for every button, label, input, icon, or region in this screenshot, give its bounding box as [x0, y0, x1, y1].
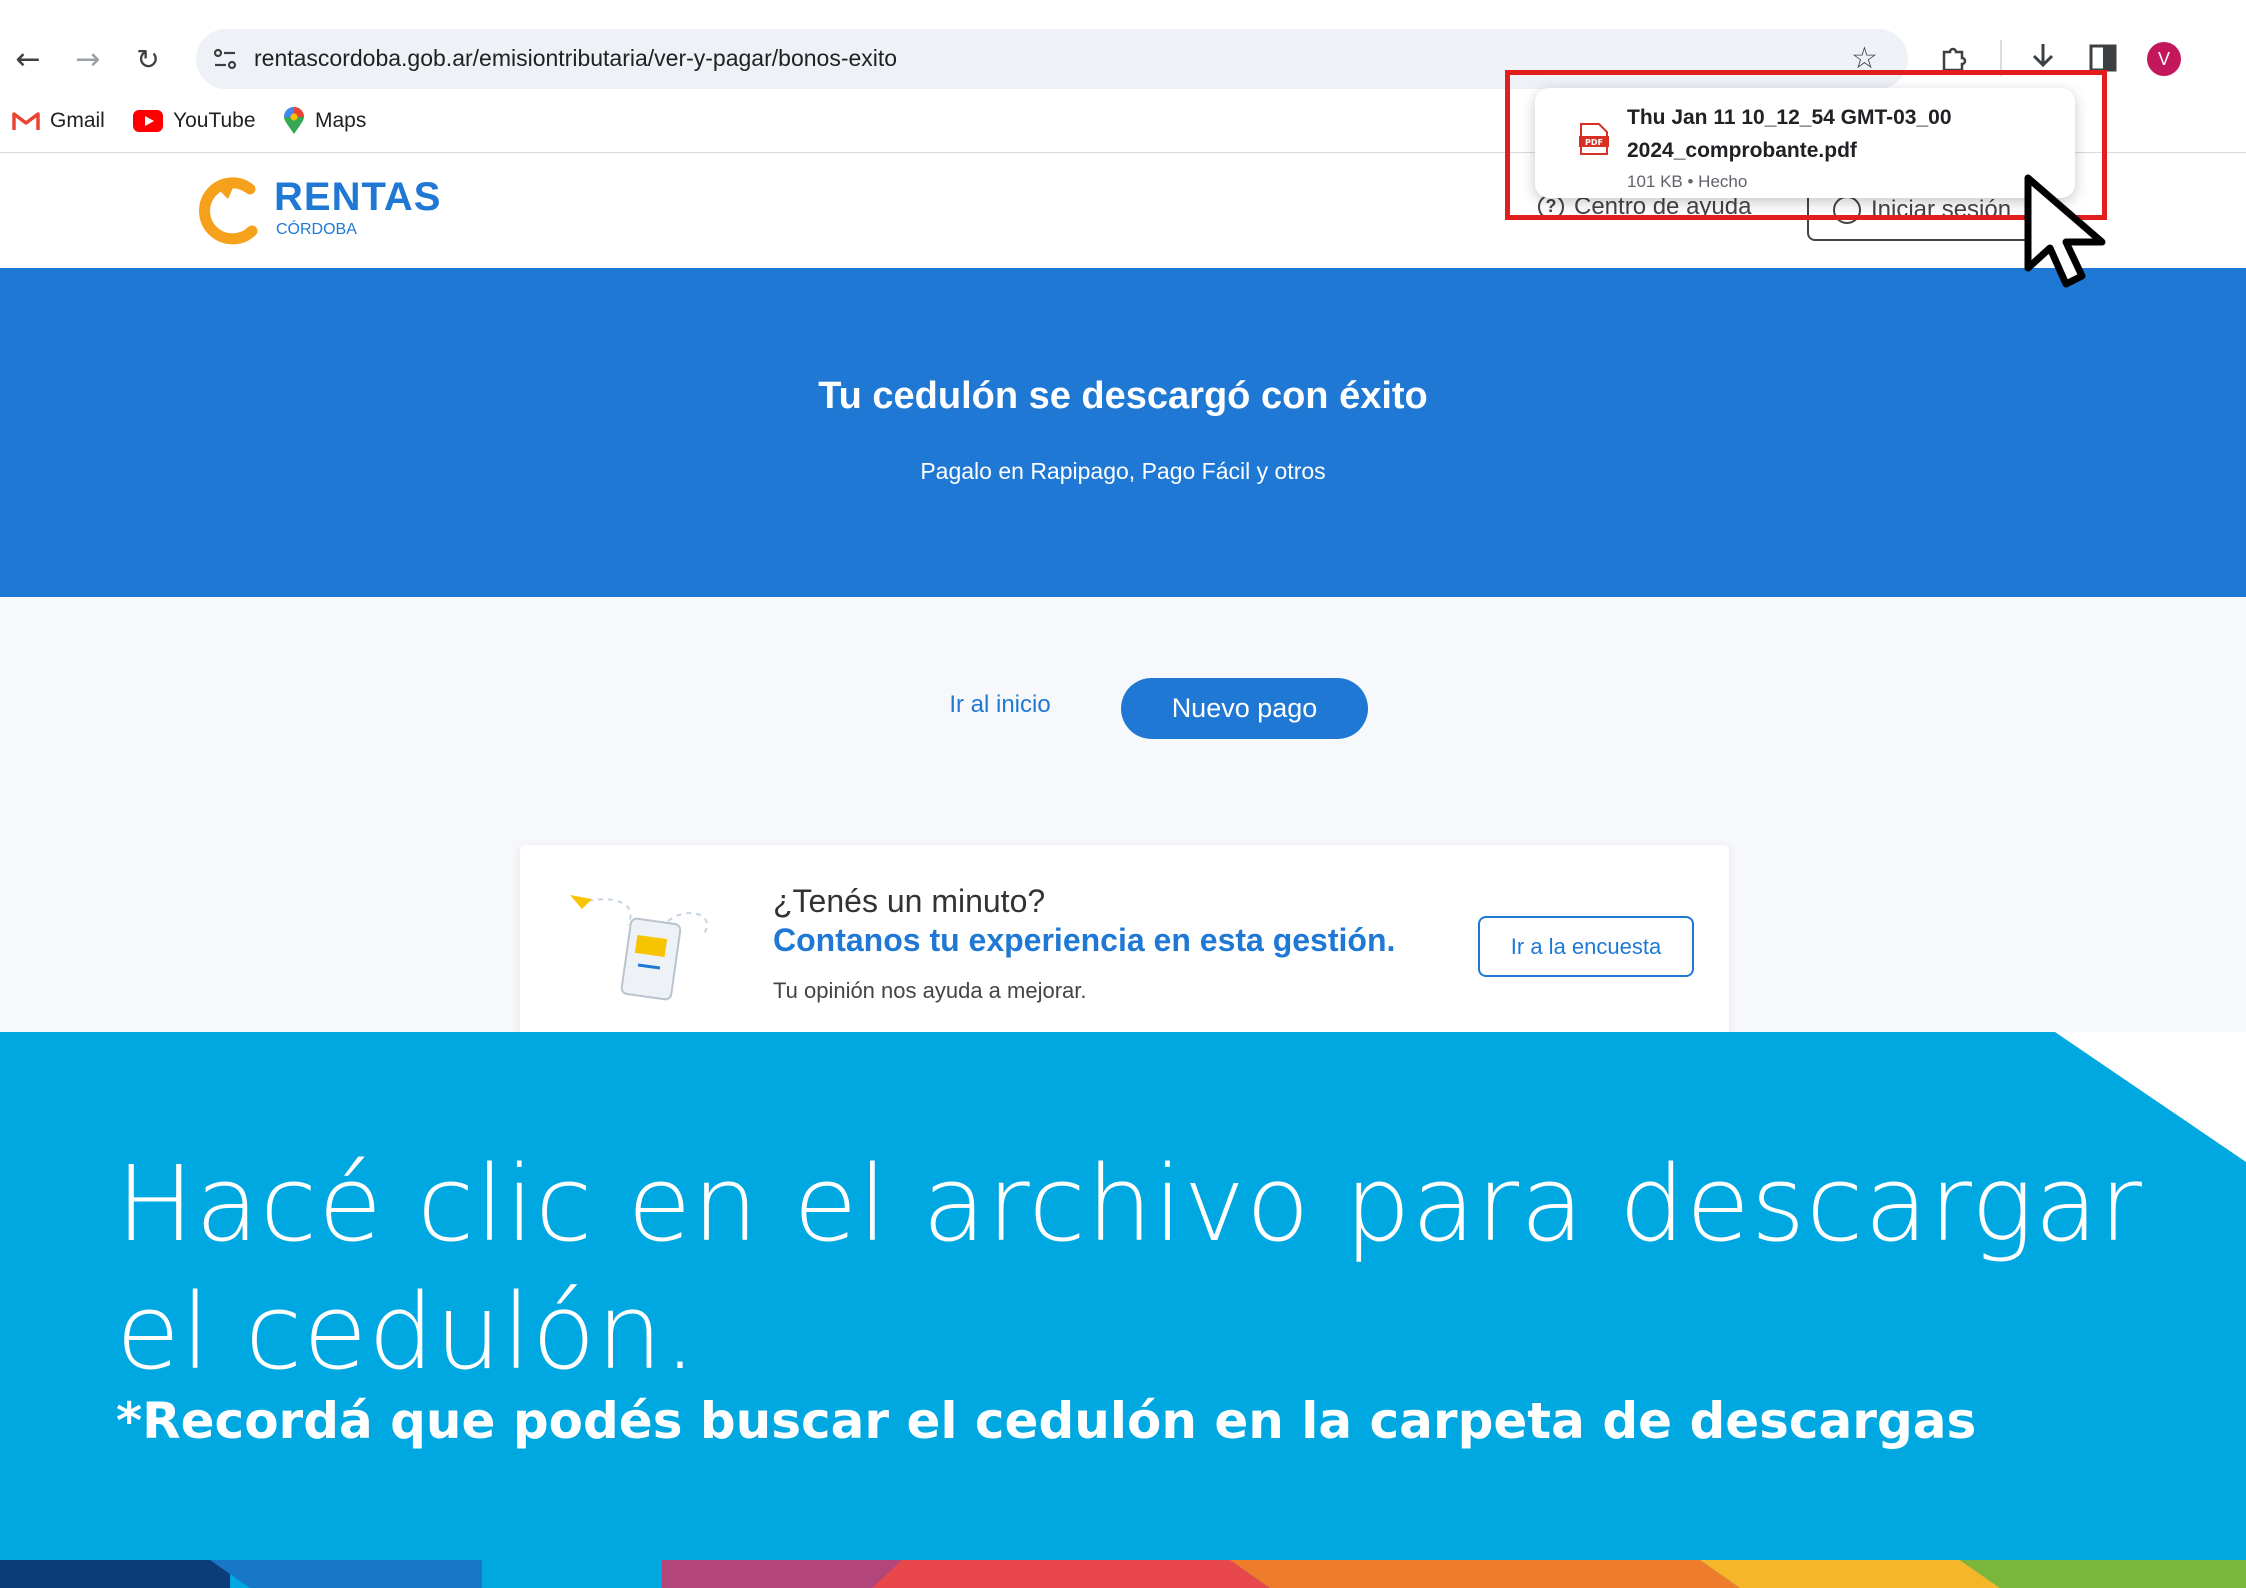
- mouse-cursor-icon: [2024, 174, 2106, 288]
- gmail-icon: [12, 112, 40, 130]
- new-payment-button[interactable]: Nuevo pago: [1121, 678, 1368, 739]
- survey-headline: Contanos tu experiencia en esta gestión.: [773, 922, 1396, 958]
- color-stripe-decoration: [0, 1560, 2246, 1588]
- survey-note: Tu opinión nos ayuda a mejorar.: [773, 978, 1087, 1003]
- logo-title[interactable]: RENTAS: [274, 175, 441, 220]
- bookmark-label: Gmail: [50, 109, 105, 132]
- maps-icon: [284, 107, 304, 134]
- survey-question: ¿Tenés un minuto?: [773, 883, 1046, 919]
- bookmark-maps[interactable]: Maps: [283, 104, 366, 138]
- youtube-icon: [133, 110, 163, 132]
- back-arrow-icon[interactable]: ←: [10, 42, 46, 78]
- reload-icon[interactable]: ↻: [130, 42, 166, 78]
- side-panel-icon[interactable]: [2088, 43, 2118, 73]
- tutorial-title: Hacé clic en el archivo para descargar e…: [116, 1143, 2143, 1393]
- logo-subtitle: CÓRDOBA: [276, 221, 357, 238]
- highlight-box: [1505, 70, 2107, 220]
- survey-illustration-icon: [570, 895, 709, 1001]
- success-title: Tu cedulón se descargó con éxito: [818, 375, 1428, 417]
- bookmark-youtube[interactable]: YouTube: [133, 104, 256, 138]
- bookmark-label: Maps: [315, 109, 367, 132]
- bookmark-label: YouTube: [173, 109, 256, 132]
- url-text[interactable]: rentascordoba.gob.ar/emisiontributaria/v…: [254, 45, 897, 72]
- survey-button[interactable]: Ir a la encuesta: [1478, 916, 1694, 977]
- forward-arrow-icon[interactable]: →: [70, 42, 106, 78]
- home-link[interactable]: Ir al inicio: [920, 680, 1080, 730]
- bookmark-gmail[interactable]: Gmail: [12, 104, 105, 138]
- survey-card: ¿Tenés un minuto? Contanos tu experienci…: [520, 845, 1729, 1045]
- rentas-logo-icon[interactable]: [192, 175, 272, 247]
- tutorial-note: *Recordá que podés buscar el cedulón en …: [116, 1392, 1977, 1450]
- success-subtitle: Pagalo en Rapipago, Pago Fácil y otros: [920, 458, 1326, 484]
- site-info-icon[interactable]: [212, 46, 238, 72]
- success-banner: [0, 268, 2246, 597]
- profile-avatar[interactable]: V: [2147, 42, 2181, 76]
